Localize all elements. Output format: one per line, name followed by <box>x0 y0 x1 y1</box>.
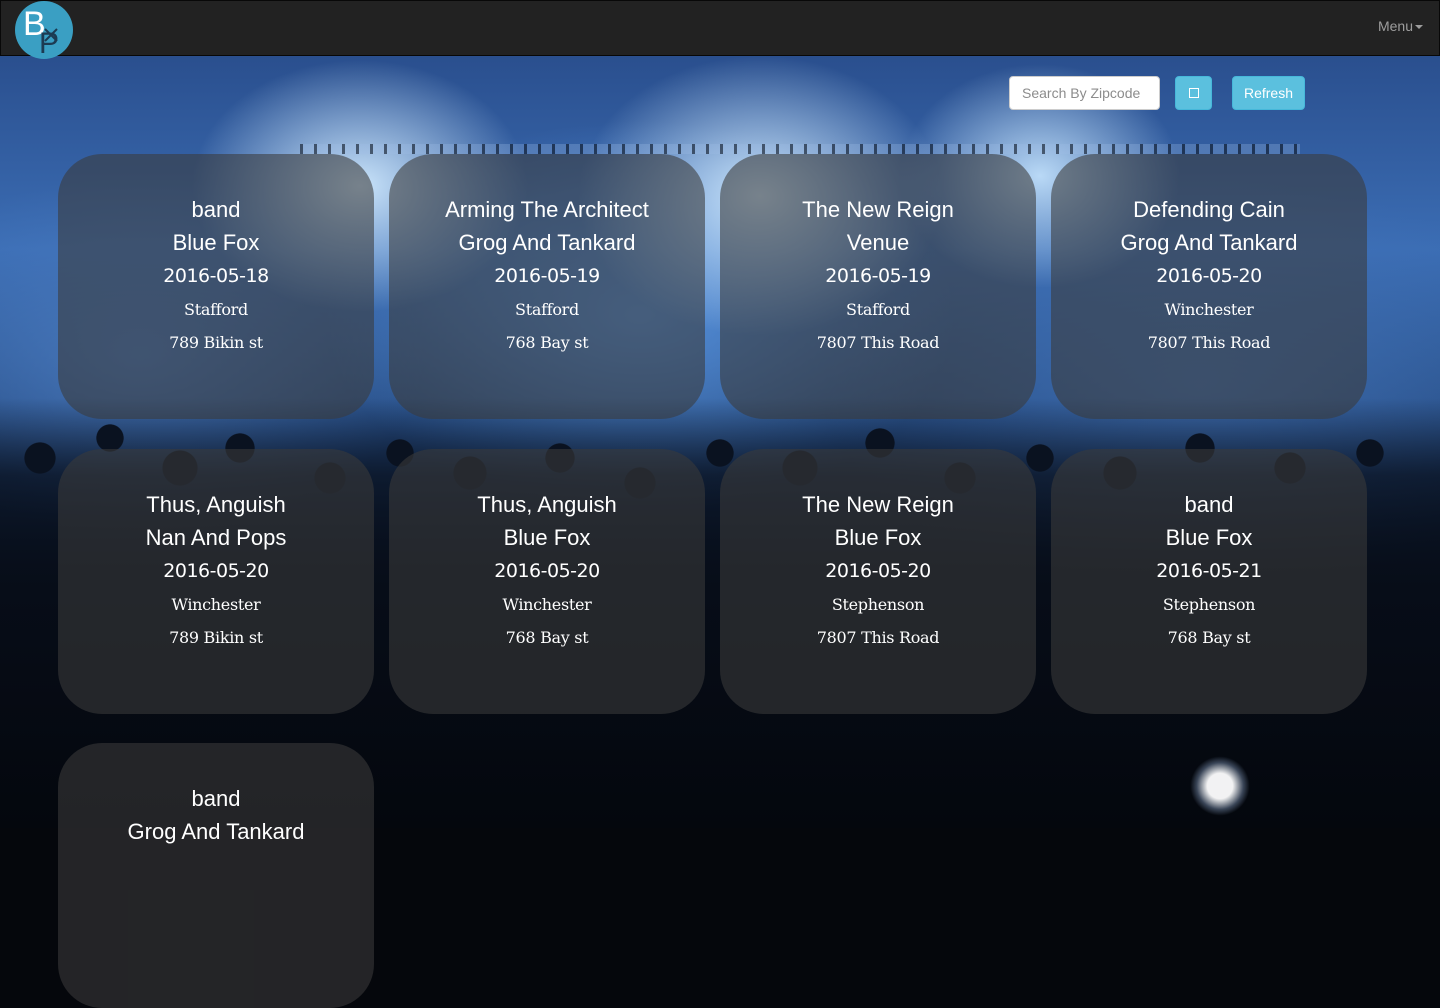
event-band: The New Reign <box>802 492 954 517</box>
square-icon <box>1188 88 1199 98</box>
event-band: Defending Cain <box>1133 197 1285 222</box>
event-venue: Blue Fox <box>172 230 260 255</box>
event-city: Stafford <box>184 300 248 319</box>
event-band: band <box>191 786 241 811</box>
event-city: Winchester <box>502 595 592 614</box>
event-address: 7807 This Road <box>1147 333 1271 352</box>
event-card[interactable]: The New Reign Blue Fox 2016-05-20 Stephenso… <box>720 449 1036 714</box>
caret-down-icon <box>1415 25 1423 30</box>
menu-dropdown-toggle[interactable]: Menu <box>1378 18 1423 34</box>
event-city: Stephenson <box>1162 595 1256 614</box>
event-venue: Grog And Tankard <box>458 230 636 255</box>
event-city: Winchester <box>171 595 261 614</box>
event-address: 768 Bay st <box>1167 628 1251 647</box>
stage-truss <box>300 144 1300 154</box>
brand-logo[interactable]: B P <box>15 1 73 59</box>
event-card[interactable]: Thus, Anguish Blue Fox 2016-05-20 Wincheste… <box>389 449 705 714</box>
event-date: 2016-05-20 <box>163 560 269 582</box>
stage-light <box>1190 756 1250 816</box>
event-band: band <box>1184 492 1234 517</box>
event-card[interactable]: band Grog And Tankard <box>58 743 374 1008</box>
event-venue: Venue <box>846 230 910 255</box>
event-address: 7807 This Road <box>816 628 940 647</box>
event-address: 789 Bikin st <box>169 628 263 647</box>
event-band: Arming The Architect <box>445 197 649 222</box>
event-city: Stafford <box>515 300 579 319</box>
event-address: 768 Bay st <box>505 333 589 352</box>
event-date: 2016-05-21 <box>1156 560 1262 582</box>
event-card[interactable]: Defending Cain Grog And Tankard 2016-05-20… <box>1051 154 1367 419</box>
event-date: 2016-05-19 <box>825 265 931 287</box>
event-date: 2016-05-19 <box>494 265 600 287</box>
event-card[interactable]: Thus, Anguish Nan And Pops 2016-05-20 Winch… <box>58 449 374 714</box>
event-address: 768 Bay st <box>505 628 589 647</box>
top-navbar: B P Menu <box>0 0 1440 59</box>
event-venue: Blue Fox <box>503 525 591 550</box>
event-city: Stephenson <box>831 595 925 614</box>
event-date: 2016-05-20 <box>1156 265 1262 287</box>
event-card[interactable]: band Blue Fox 2016-05-18 Stafford 789 Bikin … <box>58 154 374 419</box>
event-date: 2016-05-20 <box>494 560 600 582</box>
square-button[interactable] <box>1175 76 1212 110</box>
event-date: 2016-05-18 <box>163 265 269 287</box>
event-venue: Grog And Tankard <box>127 819 305 844</box>
zipcode-search-input[interactable] <box>1009 76 1160 110</box>
event-venue: Nan And Pops <box>145 525 287 550</box>
event-date: 2016-05-20 <box>825 560 931 582</box>
event-band: The New Reign <box>802 197 954 222</box>
menu-label: Menu <box>1377 18 1413 34</box>
event-city: Stafford <box>846 300 910 319</box>
event-band: band <box>191 197 241 222</box>
event-address: 789 Bikin st <box>169 333 263 352</box>
event-address: 7807 This Road <box>816 333 940 352</box>
event-card[interactable]: band Blue Fox 2016-05-21 Stephenson 768 Bay … <box>1051 449 1367 714</box>
event-band: Thus, Anguish <box>146 492 286 517</box>
event-card[interactable]: The New Reign Venue 2016-05-19 Stafford 7807… <box>720 154 1036 419</box>
event-venue: Blue Fox <box>1165 525 1253 550</box>
event-venue: Blue Fox <box>834 525 922 550</box>
event-venue: Grog And Tankard <box>1120 230 1298 255</box>
refresh-button[interactable]: Refresh <box>1232 76 1305 110</box>
event-band: Thus, Anguish <box>477 492 617 517</box>
event-city: Winchester <box>1164 300 1254 319</box>
event-card[interactable]: Arming The Architect Grog And Tankard 2016… <box>389 154 705 419</box>
